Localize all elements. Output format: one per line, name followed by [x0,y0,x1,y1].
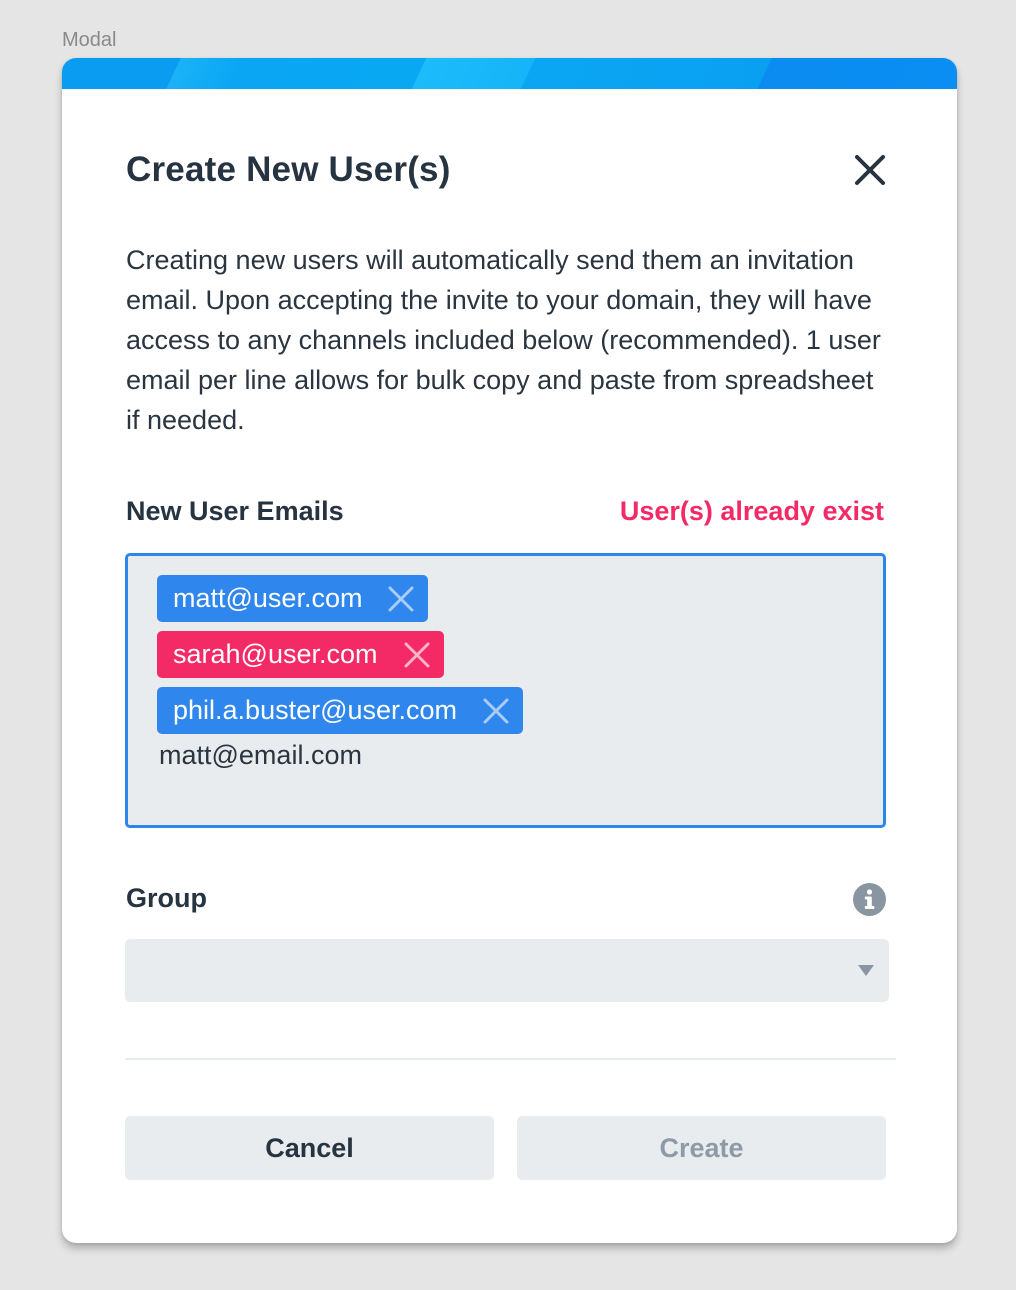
modal-description: Creating new users will automatically se… [126,245,881,435]
email-chip: phil.a.buster@user.com [157,687,524,734]
group-select[interactable] [125,939,889,1002]
modal-accent-bar [62,58,957,89]
cancel-button[interactable]: Cancel [125,1116,494,1180]
emails-error-message: User(s) already exist [619,496,884,526]
email-chip-label: phil.a.buster@user.com [173,695,458,725]
frame-label: Modal [62,29,117,51]
close-icon [855,155,885,185]
email-chip-label: matt@user.com [173,583,363,613]
footer-divider [125,1058,896,1060]
remove-chip-icon[interactable] [483,698,509,724]
create-button[interactable]: Create [517,1116,886,1180]
email-chip-label: sarah@user.com [173,639,378,669]
chevron-down-icon [858,965,874,976]
close-button[interactable] [852,152,888,188]
modal-title: Create New User(s) [126,150,451,189]
remove-chip-icon[interactable] [388,586,414,612]
email-chip: matt@user.com [157,575,429,622]
emails-input[interactable]: matt@user.com sarah@user.com phil.a.bust… [125,553,886,828]
email-typed-text[interactable]: matt@email.com [159,740,883,771]
emails-label: New User Emails [126,496,344,526]
info-icon[interactable] [853,883,886,916]
email-chip-existing: sarah@user.com [157,631,444,678]
remove-chip-icon[interactable] [404,642,430,668]
group-label: Group [126,883,207,913]
create-user-modal: Create New User(s) Creating new users wi… [62,58,957,1243]
